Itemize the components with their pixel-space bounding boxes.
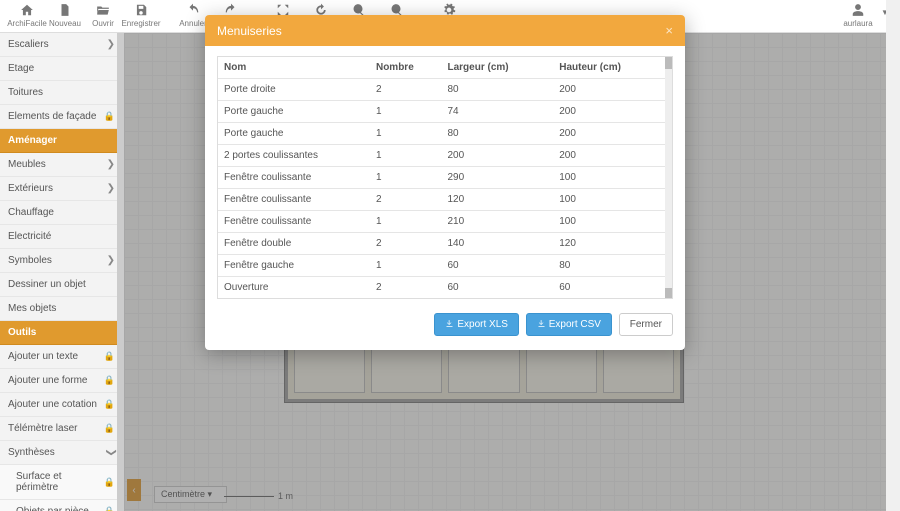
lock-icon: 🔒 (104, 423, 115, 434)
close-button[interactable]: Fermer (619, 313, 673, 336)
sidebar-item[interactable]: Ajouter une cotation🔒 (0, 393, 123, 417)
table-row: Porte gauche174200 (218, 101, 665, 123)
home-label: ArchiFacile (7, 19, 47, 28)
save-button[interactable]: Enregistrer (122, 3, 160, 28)
chevron-down-icon: ❯ (105, 448, 116, 456)
user-icon (851, 3, 865, 17)
sidebar-scrollbar[interactable] (117, 33, 123, 511)
sidebar-item[interactable]: Synthèses❯ (0, 441, 123, 465)
user-menu[interactable]: aurlaura (838, 3, 878, 28)
sidebar-item[interactable]: Ajouter une forme🔒 (0, 369, 123, 393)
folder-open-icon (96, 3, 110, 17)
table-row: Ouverture26060 (218, 277, 665, 299)
chevron-right-icon: ❯ (107, 183, 115, 194)
menuiseries-table: NomNombreLargeur (cm)Hauteur (cm) Porte … (218, 57, 665, 298)
sidebar-item[interactable]: Extérieurs❯ (0, 177, 123, 201)
lock-icon: 🔒 (104, 399, 115, 410)
home-icon (20, 3, 34, 17)
sidebar-item[interactable]: Toitures (0, 81, 123, 105)
new-button[interactable]: Nouveau (46, 3, 84, 28)
page-scrollbar[interactable] (886, 0, 900, 511)
table-row: Porte gauche180200 (218, 123, 665, 145)
sidebar-item[interactable]: Chauffage (0, 201, 123, 225)
export-csv-button[interactable]: Export CSV (526, 313, 612, 336)
new-label: Nouveau (49, 19, 81, 28)
file-icon (58, 3, 72, 17)
sidebar-item[interactable]: Elements de façade🔒 (0, 105, 123, 129)
chevron-right-icon: ❯ (107, 159, 115, 170)
table-row: Fenêtre coulissante1290100 (218, 167, 665, 189)
sidebar-item[interactable]: Télémètre laser🔒 (0, 417, 123, 441)
sidebar-item[interactable]: Electricité (0, 225, 123, 249)
save-icon (134, 3, 148, 17)
user-label: aurlaura (843, 19, 872, 28)
chevron-right-icon: ❯ (107, 39, 115, 50)
table-row: Fenêtre coulissante2120100 (218, 189, 665, 211)
export-icon (537, 319, 546, 328)
section-amenager: Aménager (0, 129, 123, 153)
sidebar-item[interactable]: Symboles❯ (0, 249, 123, 273)
lock-icon: 🔒 (104, 477, 115, 488)
column-header: Hauteur (cm) (553, 57, 665, 79)
dialog-title: Menuiseries (217, 24, 282, 38)
chevron-right-icon: ❯ (107, 255, 115, 266)
column-header: Largeur (cm) (441, 57, 553, 79)
close-icon[interactable]: × (665, 23, 673, 38)
sidebar-item[interactable]: Surface et périmètre🔒 (0, 465, 123, 500)
sidebar-item[interactable]: Ajouter un texte🔒 (0, 345, 123, 369)
lock-icon: 🔒 (104, 375, 115, 386)
table-row: Fenêtre coulissante1210100 (218, 211, 665, 233)
export-xls-button[interactable]: Export XLS (434, 313, 519, 336)
open-button[interactable]: Ouvrir (84, 3, 122, 28)
table-row: Fenêtre gauche16080 (218, 255, 665, 277)
sidebar-item[interactable]: Objets par pièce🔒 (0, 500, 123, 511)
sidebar-item[interactable]: Etage (0, 57, 123, 81)
table-row: Fenêtre double2140120 (218, 233, 665, 255)
column-header: Nombre (370, 57, 442, 79)
undo-label: Annuler (179, 19, 207, 28)
lock-icon: 🔒 (104, 111, 115, 122)
table-scrollbar[interactable] (665, 57, 672, 298)
sidebar-item[interactable]: Dessiner un objet (0, 273, 123, 297)
save-label: Enregistrer (121, 19, 160, 28)
lock-icon: 🔒 (104, 506, 115, 511)
sidebar-item[interactable]: Meubles❯ (0, 153, 123, 177)
home-button[interactable]: ArchiFacile (8, 3, 46, 28)
undo-icon (186, 3, 200, 17)
open-label: Ouvrir (92, 19, 114, 28)
sidebar-item[interactable]: Escaliers❯ (0, 33, 123, 57)
table-row: 2 portes coulissantes1200200 (218, 145, 665, 167)
sidebar-item[interactable]: Mes objets (0, 297, 123, 321)
sidebar: Escaliers❯EtageToituresElements de façad… (0, 33, 124, 511)
column-header: Nom (218, 57, 370, 79)
menuiseries-dialog: Menuiseries × NomNombreLargeur (cm)Haute… (205, 15, 685, 350)
table-row: Porte droite280200 (218, 79, 665, 101)
section-outils: Outils (0, 321, 123, 345)
export-icon (445, 319, 454, 328)
lock-icon: 🔒 (104, 351, 115, 362)
